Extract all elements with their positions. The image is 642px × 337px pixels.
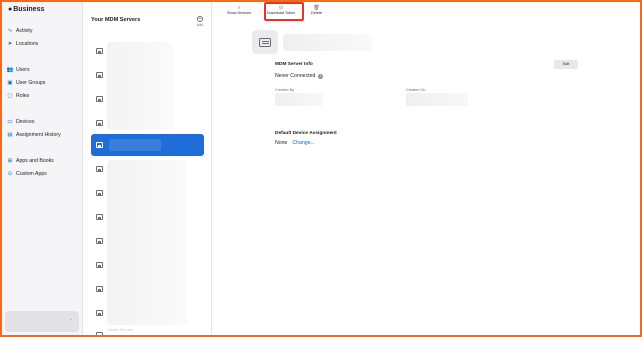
add-label: Add	[196, 23, 204, 27]
custom-apps-icon: ⊙	[7, 171, 13, 177]
section-title: MDM Server Info	[275, 62, 313, 67]
brand-logo: ● Business	[8, 6, 44, 13]
devices-icon: ▭	[7, 119, 13, 125]
brand-name: Business	[13, 6, 45, 13]
server-icon	[96, 238, 103, 244]
info-icon[interactable]: i	[318, 73, 324, 79]
redacted-server-names	[107, 160, 187, 325]
server-icon	[96, 48, 103, 54]
server-detail: MDM Server Info Edit Never Connected i C…	[213, 22, 640, 335]
server-icon	[96, 120, 103, 126]
server-icon	[96, 96, 103, 102]
apps-icon: ⊞	[7, 158, 13, 164]
redacted-server-title	[283, 34, 373, 51]
server-icon	[96, 142, 103, 148]
sidebar-item-label: Locations	[16, 41, 39, 47]
server-icon	[96, 286, 103, 292]
sidebar-item-activity[interactable]: ∿ Activity	[7, 27, 33, 35]
sidebar-item-label: Activity	[16, 28, 33, 34]
sidebar-item-label: User Groups	[16, 80, 46, 86]
sidebar-item-custom-apps[interactable]: ⊙ Custom Apps	[7, 170, 47, 178]
change-assignment-link[interactable]: Change...	[292, 140, 315, 146]
add-server-button[interactable]: + Add	[194, 16, 206, 27]
list-title: Your MDM Servers	[91, 17, 141, 23]
edit-button[interactable]: Edit	[554, 60, 578, 69]
account-menu[interactable]: ⌃	[5, 311, 79, 332]
activity-icon: ∿	[7, 28, 13, 34]
server-icon	[252, 30, 278, 54]
section-title: Default Device Assignment	[275, 131, 337, 136]
list-item-selected[interactable]	[91, 134, 204, 156]
delete-button[interactable]: 🗑 Delete	[311, 5, 322, 15]
sidebar-item-users[interactable]: 👥 Users	[7, 66, 30, 74]
location-icon: ➤	[7, 41, 13, 47]
sidebar-item-label: Users	[16, 67, 30, 73]
created-on-label: Created On	[406, 88, 426, 92]
sidebar-item-label: Apps and Books	[16, 158, 54, 164]
sidebar-item-label: Roles	[16, 93, 30, 99]
created-by-label: Created By	[275, 88, 294, 92]
server-icon	[96, 262, 103, 268]
selected-server-name	[109, 139, 161, 151]
sidebar-item-locations[interactable]: ➤ Locations	[7, 40, 39, 48]
toolbar: ⌕ Show Devices ⊙ Download Token 🗑 Delete	[213, 2, 640, 22]
server-icon	[96, 166, 103, 172]
cutoff-server-name: Apple Servers	[108, 327, 134, 332]
sidebar-item-roles[interactable]: ▢ Roles	[7, 92, 29, 100]
server-icon	[96, 332, 103, 337]
users-icon: 👥	[6, 67, 14, 73]
status-text: Never Connected	[275, 73, 316, 79]
redacted-created-by	[275, 93, 323, 106]
redacted-server-names	[107, 42, 173, 130]
server-icon	[96, 190, 103, 196]
show-devices-label: Show Devices	[227, 11, 252, 15]
connection-status: Never Connected i	[275, 73, 324, 79]
highlight-box	[264, 2, 304, 21]
show-devices-button[interactable]: ⌕ Show Devices	[227, 5, 251, 15]
sidebar: ● Business ∿ Activity ➤ Locations 👥 User…	[2, 2, 83, 335]
assignment-value: None	[275, 140, 288, 146]
sidebar-item-label: Assignment History	[16, 132, 61, 138]
sidebar-item-user-groups[interactable]: ▣ User Groups	[7, 79, 45, 87]
sidebar-item-apps-and-books[interactable]: ⊞ Apps and Books	[7, 157, 54, 165]
roles-icon: ▢	[7, 93, 13, 99]
plus-icon: +	[197, 16, 203, 22]
sidebar-item-label: Custom Apps	[16, 171, 47, 177]
delete-label: Delete	[311, 11, 322, 15]
default-assignment: None Change...	[275, 140, 315, 146]
server-icon	[96, 214, 103, 220]
user-groups-icon: ▣	[7, 80, 13, 86]
server-icon	[96, 310, 103, 316]
sidebar-item-assignment-history[interactable]: ▤ Assignment History	[7, 131, 61, 139]
apple-logo-icon: ●	[8, 6, 13, 13]
server-icon	[96, 72, 103, 78]
sidebar-item-devices[interactable]: ▭ Devices	[7, 118, 34, 126]
chevron-up-icon: ⌃	[68, 318, 73, 324]
history-icon: ▤	[7, 132, 13, 138]
redacted-created-on	[406, 93, 468, 106]
sidebar-item-label: Devices	[16, 119, 35, 125]
